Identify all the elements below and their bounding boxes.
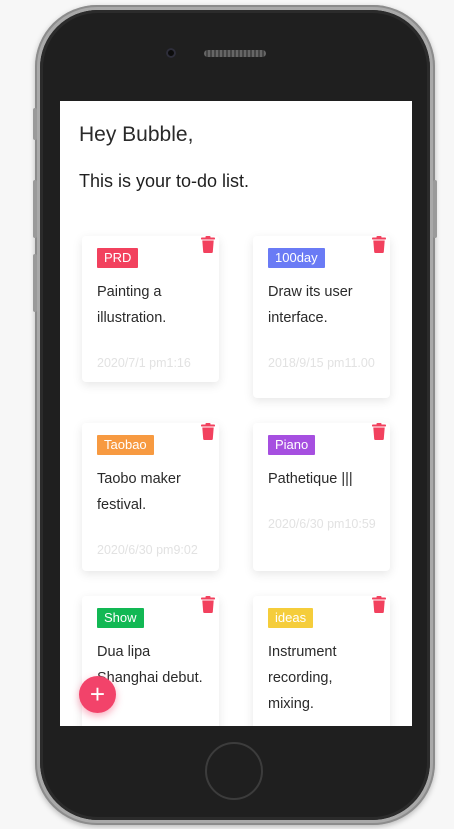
plus-icon: +	[89, 679, 106, 709]
todo-text: Dua lipa Shanghai debut.	[97, 644, 203, 686]
todo-date: 2020/7/1 pm1:16	[97, 356, 191, 370]
list-subtitle: This is your to-do list.	[79, 171, 250, 191]
trash-icon[interactable]	[201, 423, 215, 440]
power-button	[433, 180, 437, 238]
todo-tag[interactable]: ideas	[268, 608, 314, 628]
todo-tag[interactable]: 100day	[268, 248, 325, 268]
trash-icon[interactable]	[201, 236, 215, 253]
todo-text: Taobo maker festival.	[97, 471, 181, 513]
volume-up-button	[33, 180, 37, 238]
todo-tag[interactable]: Show	[97, 608, 144, 628]
todo-text: Instrument recording, mixing.	[268, 644, 337, 712]
earpiece-speaker	[204, 50, 266, 57]
front-camera	[166, 48, 176, 58]
app-screen: Hey Bubble, This is your to-do list. PRD…	[60, 101, 412, 726]
mute-switch	[33, 108, 37, 140]
todo-date: 2020/6/30 pm10:59	[268, 517, 376, 531]
todo-tag[interactable]: Piano	[268, 435, 316, 455]
greeting-title: Hey Bubble,	[79, 123, 194, 146]
todo-text: Draw its user interface.	[268, 284, 353, 326]
todo-text: Painting a illustration.	[97, 284, 167, 326]
todo-date: 2020/6/30 pm9:02	[97, 543, 198, 557]
add-todo-button[interactable]: +	[79, 676, 116, 713]
todo-date: 2018/9/15 pm11.00	[268, 356, 375, 370]
todo-card[interactable]: PRD Painting a illustration. 2020/7/1 pm…	[82, 236, 219, 382]
trash-icon[interactable]	[372, 236, 386, 253]
trash-icon[interactable]	[372, 423, 386, 440]
todo-card[interactable]: Piano Pathetique ||| 2020/6/30 pm10:59	[253, 423, 390, 571]
volume-down-button	[33, 254, 37, 312]
todo-text: Pathetique |||	[268, 471, 353, 487]
todo-tag[interactable]: PRD	[97, 248, 139, 268]
todo-tag[interactable]: Taobao	[97, 435, 154, 455]
trash-icon[interactable]	[201, 596, 215, 613]
trash-icon[interactable]	[372, 596, 386, 613]
todo-card[interactable]: ideas Instrument recording, mixing.	[253, 596, 390, 726]
todo-card[interactable]: Taobao Taobo maker festival. 2020/6/30 p…	[82, 423, 219, 571]
todo-card[interactable]: 100day Draw its user interface. 2018/9/1…	[253, 236, 390, 398]
home-button[interactable]	[205, 742, 263, 800]
